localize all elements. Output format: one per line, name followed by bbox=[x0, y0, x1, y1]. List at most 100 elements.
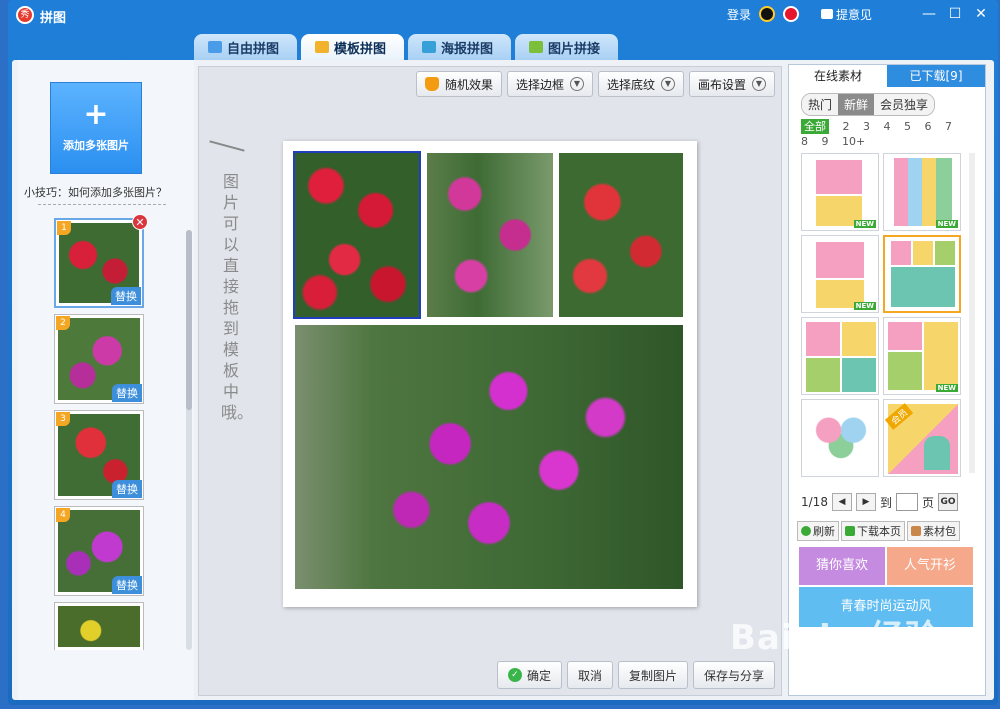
tip-link[interactable]: 小技巧：如何添加多张图片？ bbox=[24, 184, 167, 200]
heart-template-icon bbox=[810, 412, 872, 464]
thumbnail-item[interactable]: 4 替换 bbox=[54, 506, 144, 596]
template-thumbnail[interactable]: NEW bbox=[801, 153, 879, 231]
template-thumbnail[interactable]: NEW bbox=[883, 317, 961, 395]
tab-label: 海报拼图 bbox=[441, 41, 494, 57]
minimize-button[interactable]: — bbox=[920, 5, 938, 23]
thumbnail-item[interactable] bbox=[54, 602, 144, 650]
client-area: + 添加多张图片 小技巧：如何添加多张图片？ 1 ✕ 替换 2 替换 3 替换 … bbox=[12, 60, 994, 700]
remove-icon[interactable]: ✕ bbox=[132, 214, 148, 230]
count-option[interactable]: 6 bbox=[925, 119, 932, 134]
template-thumbnail[interactable]: 会员 bbox=[883, 399, 961, 477]
refresh-button[interactable]: 刷新 bbox=[797, 521, 839, 541]
thumbnail-item[interactable]: 2 替换 bbox=[54, 314, 144, 404]
feedback-label: 提意见 bbox=[835, 7, 872, 22]
count-option[interactable]: 9 bbox=[822, 134, 829, 149]
next-page-button[interactable]: ▶ bbox=[855, 493, 876, 511]
collage-canvas[interactable] bbox=[283, 141, 697, 607]
qq-icon[interactable] bbox=[758, 6, 775, 22]
editor-toolbar: 随机效果 选择边框 ▼ 选择底纹 ▼ 画布设置 ▼ bbox=[415, 71, 775, 97]
collage-cell[interactable] bbox=[295, 325, 683, 589]
app-logo-icon: 秀 bbox=[16, 6, 34, 24]
template-block bbox=[891, 241, 911, 265]
template-scrollbar[interactable] bbox=[969, 153, 975, 473]
promo-banner-1[interactable]: 猜你喜欢 bbox=[799, 547, 885, 585]
replace-button[interactable]: 替换 bbox=[112, 480, 142, 498]
thumbnail-item[interactable]: 3 替换 bbox=[54, 410, 144, 500]
random-effect-button[interactable]: 随机效果 bbox=[415, 71, 502, 97]
canvas-settings-button[interactable]: 画布设置 ▼ bbox=[688, 71, 775, 97]
mode-tabs: 自由拼图 模板拼图 海报拼图 图片拼接 bbox=[194, 34, 619, 60]
scrollbar-thumb[interactable] bbox=[186, 230, 192, 410]
collage-cell[interactable] bbox=[427, 153, 553, 317]
count-option[interactable]: 3 bbox=[863, 119, 870, 134]
promo-banner-2[interactable]: 人气开衫 bbox=[887, 547, 973, 585]
tab-image-stitch[interactable]: 图片拼接 bbox=[515, 34, 619, 60]
template-collage-icon bbox=[315, 41, 330, 53]
collage-cell[interactable] bbox=[559, 153, 683, 317]
page-unit-label: 页 bbox=[921, 495, 934, 510]
login-link[interactable]: 登录 bbox=[727, 6, 751, 23]
save-share-label: 保存与分享 bbox=[703, 668, 764, 683]
filter-hot[interactable]: 热门 bbox=[802, 94, 839, 115]
count-option[interactable]: 10+ bbox=[842, 134, 865, 149]
template-thumbnail[interactable]: NEW bbox=[883, 153, 961, 231]
pagination: 1/18 ◀ ▶ 到 页 GO bbox=[801, 493, 958, 511]
feedback-link[interactable]: 提意见 bbox=[820, 6, 872, 23]
count-option[interactable]: 4 bbox=[884, 119, 891, 134]
template-thumbnail[interactable] bbox=[883, 235, 961, 313]
copy-image-button[interactable]: 复制图片 bbox=[617, 661, 688, 689]
select-border-button[interactable]: 选择边框 ▼ bbox=[506, 71, 593, 97]
prev-page-button[interactable]: ◀ bbox=[831, 493, 852, 511]
cancel-button[interactable]: 取消 bbox=[566, 661, 613, 689]
collage-cell[interactable] bbox=[293, 151, 421, 319]
filter-new[interactable]: 新鲜 bbox=[838, 94, 875, 115]
replace-button[interactable]: 替换 bbox=[111, 287, 141, 305]
tab-poster-collage[interactable]: 海报拼图 bbox=[408, 34, 512, 60]
save-share-button[interactable]: 保存与分享 bbox=[692, 661, 775, 689]
plus-icon: + bbox=[83, 97, 109, 132]
go-button[interactable]: GO bbox=[937, 493, 958, 511]
count-option[interactable]: 2 bbox=[843, 119, 850, 134]
tab-label: 图片拼接 bbox=[548, 41, 601, 57]
count-all[interactable]: 全部 bbox=[801, 119, 829, 134]
download-page-button[interactable]: 下载本页 bbox=[841, 521, 905, 541]
material-tabs: 在线素材 已下载[9] bbox=[789, 65, 985, 87]
filter-vip[interactable]: 会员独享 bbox=[874, 94, 935, 115]
select-texture-button[interactable]: 选择底纹 ▼ bbox=[597, 71, 684, 97]
tab-label: 自由拼图 bbox=[227, 41, 280, 57]
tab-downloaded[interactable]: 已下载[9] bbox=[887, 65, 985, 87]
add-images-button[interactable]: + 添加多张图片 bbox=[50, 82, 142, 174]
tab-label: 模板拼图 bbox=[334, 41, 387, 57]
count-option[interactable]: 5 bbox=[904, 119, 911, 134]
thumbnail-number: 4 bbox=[56, 508, 70, 522]
maximize-button[interactable]: ☐ bbox=[946, 5, 964, 23]
template-thumbnail[interactable]: NEW bbox=[801, 235, 879, 313]
tab-online-materials[interactable]: 在线素材 bbox=[789, 65, 887, 87]
ok-button[interactable]: ✓ 确定 bbox=[496, 661, 562, 689]
template-block bbox=[924, 322, 958, 390]
template-thumbnail[interactable] bbox=[801, 399, 879, 477]
thumbnail-image bbox=[58, 606, 140, 647]
material-actions: 刷新 下载本页 素材包 bbox=[797, 521, 960, 541]
template-block bbox=[913, 241, 933, 265]
replace-button[interactable]: 替换 bbox=[112, 576, 142, 594]
new-badge: NEW bbox=[935, 384, 958, 392]
template-block bbox=[842, 358, 876, 392]
thumbnail-item[interactable]: 1 ✕ 替换 bbox=[54, 214, 148, 308]
template-block bbox=[816, 160, 862, 194]
replace-button[interactable]: 替换 bbox=[112, 384, 142, 402]
template-block bbox=[924, 436, 950, 470]
image-list-panel: + 添加多张图片 小技巧：如何添加多张图片？ 1 ✕ 替换 2 替换 3 替换 … bbox=[18, 60, 194, 700]
count-option[interactable]: 7 bbox=[945, 119, 952, 134]
tab-free-collage[interactable]: 自由拼图 bbox=[194, 34, 298, 60]
template-thumbnail[interactable] bbox=[801, 317, 879, 395]
window-title: 拼图 bbox=[40, 11, 67, 26]
weibo-icon[interactable] bbox=[782, 6, 799, 22]
tab-template-collage[interactable]: 模板拼图 bbox=[301, 34, 405, 60]
thumbnail-scrollbar[interactable] bbox=[186, 230, 192, 650]
template-block bbox=[935, 241, 955, 265]
close-button[interactable]: ✕ bbox=[972, 5, 990, 23]
count-option[interactable]: 8 bbox=[801, 134, 808, 149]
material-pack-button[interactable]: 素材包 bbox=[907, 521, 960, 541]
page-input[interactable] bbox=[895, 493, 918, 511]
